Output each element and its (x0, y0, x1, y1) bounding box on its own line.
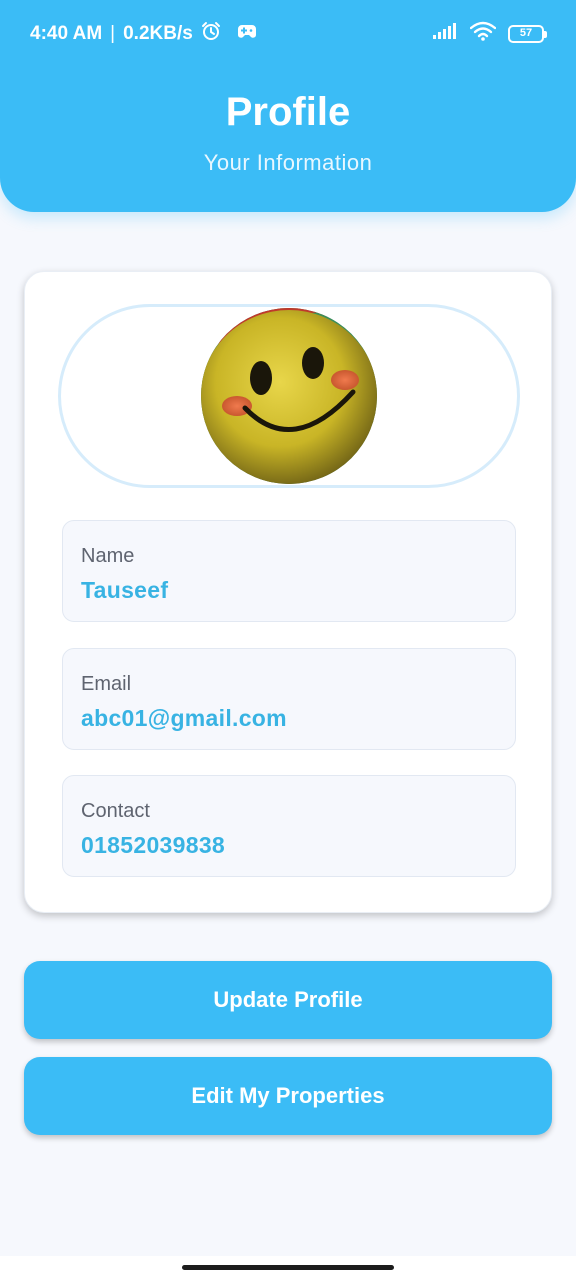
navigation-bar (0, 1256, 576, 1280)
home-indicator[interactable] (182, 1265, 394, 1270)
email-label: Email (81, 673, 132, 695)
name-field: Name Tauseef (62, 520, 516, 622)
wifi-icon (469, 21, 497, 46)
email-value: abc01@gmail.com (81, 705, 287, 731)
page-subtitle: Your Information (203, 150, 373, 175)
contact-field: Contact 01852039838 (62, 775, 516, 877)
edit-properties-button[interactable]: Edit My Properties (24, 1057, 552, 1135)
battery-icon: 57 (508, 24, 547, 43)
battery-level: 57 (519, 27, 533, 39)
status-time: 4:40 AM (30, 23, 103, 44)
status-left: 4:40 AM | 0.2KB/s (30, 21, 257, 47)
status-bar: 4:40 AM | 0.2KB/s 57 (0, 0, 576, 66)
name-label: Name (81, 545, 135, 567)
gamepad-icon (237, 22, 257, 46)
signal-icon (432, 22, 458, 45)
profile-card: Name Tauseef Email abc01@gmail.com Conta… (24, 271, 552, 913)
update-profile-button[interactable]: Update Profile (24, 961, 552, 1039)
contact-value: 01852039838 (81, 832, 226, 858)
network-speed: 0.2KB/s (123, 23, 193, 44)
header: 4:40 AM | 0.2KB/s 57 Profile Your Inform… (0, 0, 576, 212)
smiley-face-icon (201, 308, 377, 484)
profile-screen: 4:40 AM | 0.2KB/s 57 Profile Your Inform… (0, 0, 576, 1280)
status-separator: | (110, 23, 116, 44)
avatar[interactable] (201, 308, 377, 484)
contact-label: Contact (81, 800, 150, 822)
email-field: Email abc01@gmail.com (62, 648, 516, 750)
status-right: 57 (432, 21, 547, 46)
alarm-icon (201, 21, 221, 47)
name-value: Tauseef (81, 577, 169, 603)
page-title: Profile (225, 90, 351, 134)
